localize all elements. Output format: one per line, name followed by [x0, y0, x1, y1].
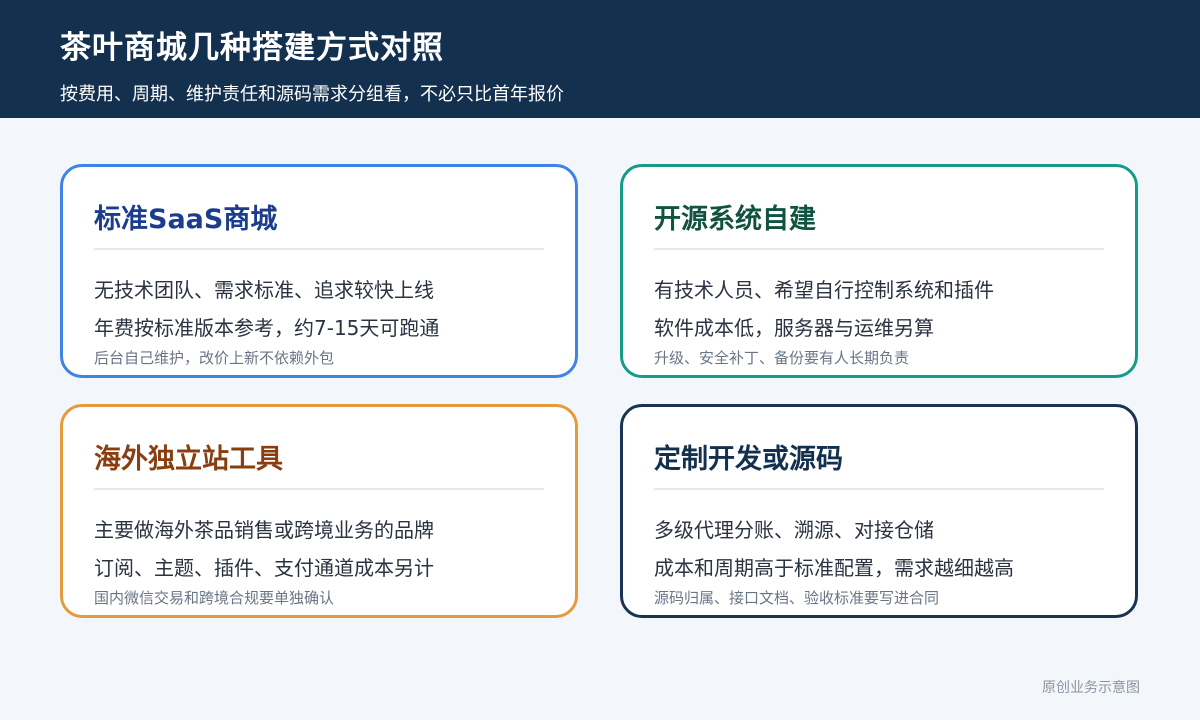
- card-line-2: 成本和周期高于标准配置，需求越细越高: [654, 556, 1014, 580]
- card-title: 开源系统自建: [654, 204, 816, 235]
- card-line-2: 年费按标准版本参考，约7-15天可跑通: [94, 316, 440, 340]
- card-title: 海外独立站工具: [94, 444, 283, 475]
- card-divider: [94, 488, 544, 490]
- card-line-1: 有技术人员、希望自行控制系统和插件: [654, 278, 994, 302]
- card-line-2: 订阅、主题、插件、支付通道成本另计: [94, 556, 434, 580]
- card-title: 标准SaaS商城: [94, 204, 278, 235]
- card-note: 源码归属、接口文档、验收标准要写进合同: [654, 589, 940, 607]
- card-open-source: 开源系统自建 有技术人员、希望自行控制系统和插件 软件成本低，服务器与运维另算 …: [620, 164, 1138, 378]
- card-divider: [654, 248, 1104, 250]
- page-title: 茶叶商城几种搭建方式对照: [60, 30, 444, 66]
- card-note: 后台自己维护，改价上新不依赖外包: [94, 349, 335, 367]
- footer-credit: 原创业务示意图: [1042, 680, 1140, 696]
- card-divider: [94, 248, 544, 250]
- header-banner: 茶叶商城几种搭建方式对照 按费用、周期、维护责任和源码需求分组看，不必只比首年报…: [0, 0, 1200, 118]
- card-note: 国内微信交易和跨境合规要单独确认: [94, 589, 335, 607]
- card-note: 升级、安全补丁、备份要有人长期负责: [654, 349, 910, 367]
- page-subtitle: 按费用、周期、维护责任和源码需求分组看，不必只比首年报价: [60, 84, 564, 105]
- card-saas-mall: 标准SaaS商城 无技术团队、需求标准、追求较快上线 年费按标准版本参考，约7-…: [60, 164, 578, 378]
- card-custom-development: 定制开发或源码 多级代理分账、溯源、对接仓储 成本和周期高于标准配置，需求越细越…: [620, 404, 1138, 618]
- card-divider: [654, 488, 1104, 490]
- card-line-1: 主要做海外茶品销售或跨境业务的品牌: [94, 518, 434, 542]
- card-line-1: 多级代理分账、溯源、对接仓储: [654, 518, 934, 542]
- card-line-1: 无技术团队、需求标准、追求较快上线: [94, 278, 434, 302]
- card-title: 定制开发或源码: [654, 444, 843, 475]
- card-line-2: 软件成本低，服务器与运维另算: [654, 316, 934, 340]
- card-overseas-store: 海外独立站工具 主要做海外茶品销售或跨境业务的品牌 订阅、主题、插件、支付通道成…: [60, 404, 578, 618]
